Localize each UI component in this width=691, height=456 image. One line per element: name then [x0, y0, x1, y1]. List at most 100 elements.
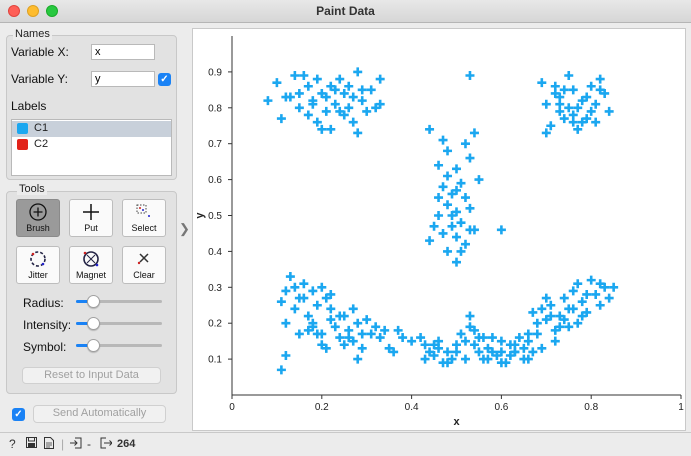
data-point	[447, 221, 457, 231]
y-tick-label: 0.5	[208, 211, 222, 222]
data-point	[573, 124, 583, 134]
data-point	[366, 85, 376, 95]
data-point	[452, 340, 461, 350]
clear-tool-label: Clear	[133, 270, 155, 280]
magnet-tool-button[interactable]: Magnet	[69, 246, 113, 284]
data-point	[568, 85, 578, 95]
data-point	[573, 318, 583, 328]
label-item-c2[interactable]: C2	[12, 137, 171, 153]
data-point	[299, 293, 309, 303]
collapse-panel-arrow-icon[interactable]: ❯	[179, 221, 190, 237]
plot-area[interactable]: 0 0.2 0.4 0.6 0.8 1 0.1 0.2 0.3 0.4 0.5 0.6 0.7 0.8 0.…	[192, 28, 686, 431]
output-icon	[100, 437, 113, 452]
data-point	[335, 333, 345, 343]
data-point	[537, 78, 547, 88]
data-point	[528, 347, 538, 357]
send-automatically-button[interactable]: Send Automatically	[33, 405, 166, 423]
save-icon[interactable]	[26, 437, 37, 451]
send-automatically-checkbox[interactable]: ✓	[12, 408, 25, 421]
data-point	[469, 128, 479, 138]
data-point	[357, 343, 367, 353]
data-point	[281, 286, 291, 296]
status-separator: |	[61, 437, 65, 451]
y-tick-label: 0.4	[208, 247, 222, 258]
data-point	[438, 135, 448, 145]
data-point	[586, 81, 596, 91]
data-point	[290, 70, 300, 80]
data-point	[496, 336, 506, 346]
data-point	[303, 311, 313, 321]
data-point	[591, 99, 601, 109]
y-axis-label: y	[194, 212, 206, 219]
select-tool-label: Select	[131, 223, 157, 233]
label-item-text: C2	[34, 138, 49, 150]
data-point	[469, 225, 479, 235]
data-point	[532, 318, 542, 328]
data-point	[478, 333, 488, 343]
data-point	[559, 85, 569, 95]
data-point	[465, 311, 475, 321]
y-tick-label: 0.8	[208, 103, 222, 114]
report-icon[interactable]	[44, 437, 54, 452]
data-point	[577, 297, 587, 307]
variable-y-input[interactable]	[91, 71, 155, 87]
data-point	[591, 289, 601, 299]
data-point	[303, 81, 313, 91]
data-point	[276, 114, 286, 124]
data-point	[537, 304, 547, 314]
data-point	[604, 293, 614, 303]
data-point	[564, 70, 574, 80]
data-point	[303, 110, 313, 120]
data-point	[276, 365, 286, 375]
data-point	[335, 74, 345, 84]
data-point	[339, 340, 349, 350]
data-point	[452, 164, 461, 174]
data-point	[330, 99, 340, 109]
data-point	[604, 106, 614, 116]
data-point	[514, 333, 524, 343]
labels-list[interactable]: C1 C2	[11, 119, 172, 176]
data-point	[559, 293, 569, 303]
y-tick-label: 0.3	[208, 283, 222, 294]
y-tick-label: 0.2	[208, 319, 222, 330]
data-point	[344, 103, 354, 113]
variable-x-label: Variable X:	[11, 45, 69, 59]
jitter-tool-button[interactable]: Jitter	[16, 246, 60, 284]
help-icon[interactable]: ?	[9, 437, 16, 451]
data-point	[420, 354, 430, 364]
put-icon	[70, 202, 112, 222]
clear-tool-button[interactable]: Clear	[122, 246, 166, 284]
data-point	[555, 99, 565, 109]
data-point	[317, 282, 327, 292]
data-point	[443, 347, 453, 357]
data-point	[541, 293, 551, 303]
data-point	[294, 88, 304, 98]
data-point	[357, 96, 367, 106]
brush-tool-button[interactable]: Brush	[16, 199, 60, 237]
color-swatch	[17, 123, 28, 134]
reset-to-input-button[interactable]: Reset to Input Data	[22, 367, 161, 384]
data-point	[537, 343, 547, 353]
variable-y-checkbox[interactable]: ✓	[158, 73, 171, 86]
data-point	[573, 279, 583, 289]
data-point	[276, 297, 286, 307]
data-point	[496, 225, 506, 235]
data-point	[465, 153, 475, 163]
input-icon	[70, 437, 82, 452]
data-point	[595, 300, 605, 310]
data-point	[438, 228, 448, 238]
data-point	[429, 221, 439, 231]
data-point	[523, 354, 533, 364]
data-point	[272, 78, 282, 88]
select-tool-button[interactable]: Select	[122, 199, 166, 237]
put-tool-button[interactable]: Put	[69, 199, 113, 237]
scatter-plot[interactable]: 0 0.2 0.4 0.6 0.8 1 0.1 0.2 0.3 0.4 0.5 0.6 0.7 0.8 0.…	[193, 29, 685, 430]
variable-x-input[interactable]	[91, 44, 155, 60]
labels-section-title: Labels	[11, 99, 47, 113]
label-item-c1[interactable]: C1	[12, 121, 171, 137]
data-point	[326, 124, 336, 134]
data-point	[523, 329, 533, 339]
magnet-tool-label: Magnet	[75, 270, 107, 280]
brush-tool-label: Brush	[26, 223, 50, 233]
data-point	[460, 354, 470, 364]
